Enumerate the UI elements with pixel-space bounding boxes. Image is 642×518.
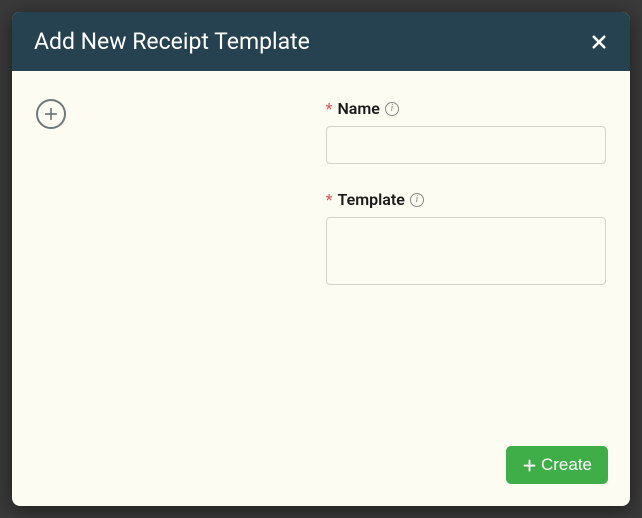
template-input[interactable]	[326, 217, 606, 285]
add-item-button[interactable]	[36, 99, 66, 129]
required-marker: *	[326, 190, 333, 209]
info-icon[interactable]: i	[385, 102, 399, 116]
left-column	[36, 99, 310, 416]
name-form-group: * Name i	[326, 99, 606, 164]
required-marker: *	[326, 99, 333, 118]
close-button[interactable]	[590, 33, 608, 51]
modal-title: Add New Receipt Template	[34, 28, 310, 55]
name-input[interactable]	[326, 126, 606, 164]
info-icon[interactable]: i	[410, 193, 424, 207]
close-icon	[590, 33, 608, 51]
name-label-row: * Name i	[326, 99, 606, 118]
modal-footer: Create	[12, 432, 630, 506]
plus-icon	[522, 458, 537, 473]
create-button-label: Create	[541, 455, 592, 475]
create-button[interactable]: Create	[506, 446, 608, 484]
modal-body: * Name i * Template i	[12, 71, 630, 432]
name-label: Name	[337, 99, 379, 118]
right-column: * Name i * Template i	[326, 99, 606, 416]
template-label-row: * Template i	[326, 190, 606, 209]
modal-header: Add New Receipt Template	[12, 12, 630, 71]
template-form-group: * Template i	[326, 190, 606, 289]
add-receipt-template-modal: Add New Receipt Template * Name i	[12, 12, 630, 506]
template-label: Template	[337, 190, 404, 209]
plus-icon	[43, 106, 59, 122]
